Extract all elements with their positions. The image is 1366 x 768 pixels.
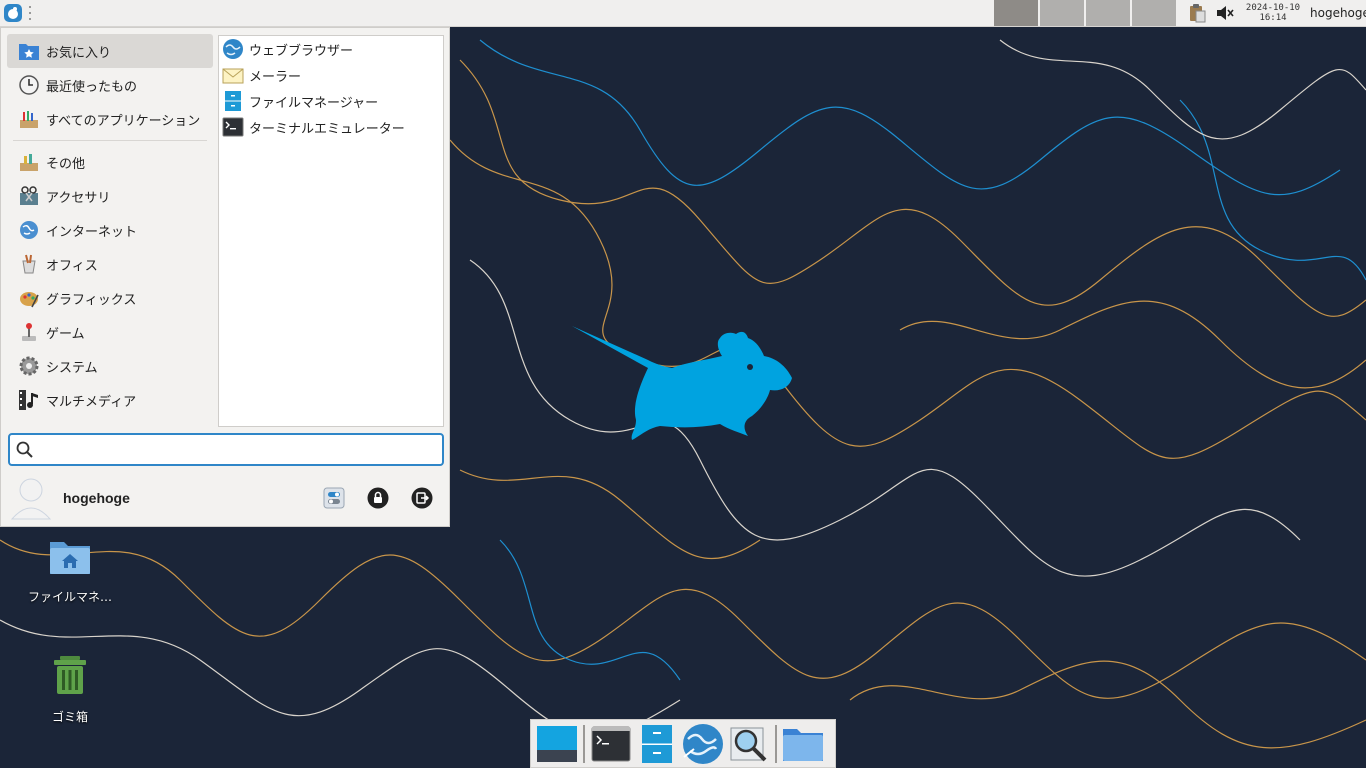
app-label: ターミナルエミュレーター xyxy=(249,121,405,137)
clipboard-icon[interactable] xyxy=(1186,2,1208,24)
app-web-browser[interactable]: ウェブブラウザー xyxy=(219,36,443,62)
gear-icon xyxy=(17,354,41,378)
username: hogehoge xyxy=(63,490,130,506)
category-label: マルチメディア xyxy=(46,394,137,410)
avatar xyxy=(10,478,52,520)
category-other[interactable]: その他 xyxy=(7,145,213,179)
search-input[interactable] xyxy=(40,442,420,457)
volume-muted-icon[interactable] xyxy=(1214,2,1236,24)
category-all-applications[interactable]: すべてのアプリケーション xyxy=(7,102,213,136)
category-label: グラフィックス xyxy=(46,292,137,308)
workspace-4[interactable] xyxy=(1132,0,1176,26)
category-label: アクセサリ xyxy=(46,190,111,206)
search-box[interactable] xyxy=(8,433,444,466)
category-label: お気に入り xyxy=(46,45,112,61)
dock-show-desktop[interactable] xyxy=(534,721,580,767)
whisker-menu: お気に入り 最近使ったもの すべてのアプリケーション その他 アクセサリ インタ… xyxy=(0,27,450,527)
lock-icon xyxy=(367,487,389,509)
mail-icon xyxy=(221,63,245,87)
star-folder-icon xyxy=(17,39,41,63)
settings-button[interactable] xyxy=(322,486,346,510)
globe-icon xyxy=(17,218,41,242)
clock-icon xyxy=(17,73,41,97)
application-list: ウェブブラウザー メーラー ファイルマネージャー ターミナルエミュレーター xyxy=(218,35,444,427)
user-row: hogehoge xyxy=(9,474,439,522)
dock xyxy=(530,719,836,768)
workspace-3[interactable] xyxy=(1086,0,1130,26)
file-manager-icon xyxy=(221,89,245,113)
category-separator xyxy=(13,140,207,141)
category-multimedia[interactable]: マルチメディア xyxy=(7,383,213,417)
dock-file-manager[interactable] xyxy=(634,721,680,767)
app-mail[interactable]: メーラー xyxy=(219,62,443,88)
category-graphics[interactable]: グラフィックス xyxy=(7,281,213,315)
clock-time: 16:14 xyxy=(1259,13,1287,23)
category-label: その他 xyxy=(46,156,86,172)
logout-button[interactable] xyxy=(410,486,434,510)
category-label: 最近使ったもの xyxy=(46,79,138,95)
home-folder-icon xyxy=(50,542,90,574)
dock-terminal[interactable] xyxy=(588,721,634,767)
desktop-icon-trash[interactable]: ゴミ箱 xyxy=(22,652,118,725)
dock-separator xyxy=(775,724,777,763)
category-office[interactable]: オフィス xyxy=(7,247,213,281)
category-internet[interactable]: インターネット xyxy=(7,213,213,247)
system-tray: 2024-10-10 16:14 hogehoge xyxy=(1186,0,1366,26)
category-label: システム xyxy=(46,360,98,376)
category-list: お気に入り 最近使ったもの すべてのアプリケーション その他 アクセサリ インタ… xyxy=(7,34,213,417)
desktop-icon-file-manager[interactable]: ファイルマネ… xyxy=(22,532,118,605)
workspace-2[interactable] xyxy=(1040,0,1084,26)
web-browser-icon xyxy=(221,37,245,61)
app-label: ファイルマネージャー xyxy=(249,95,379,111)
terminal-icon xyxy=(591,726,631,761)
joystick-icon xyxy=(17,320,41,344)
search-icon xyxy=(16,441,33,458)
category-games[interactable]: ゲーム xyxy=(7,315,213,349)
app-finder-icon xyxy=(730,727,767,761)
category-label: ゲーム xyxy=(46,326,85,342)
app-label: ウェブブラウザー xyxy=(249,43,354,59)
dock-web-browser[interactable] xyxy=(680,721,726,767)
dock-app-finder[interactable] xyxy=(726,721,772,767)
xfce-mouse-icon xyxy=(4,4,22,22)
dock-separator xyxy=(583,724,585,763)
category-label: オフィス xyxy=(46,258,98,274)
office-icon xyxy=(17,252,41,276)
category-system[interactable]: システム xyxy=(7,349,213,383)
desktop-icon-label: ゴミ箱 xyxy=(51,710,88,724)
logout-icon xyxy=(411,487,433,509)
category-label: すべてのアプリケーション xyxy=(46,113,201,129)
applications-icon xyxy=(17,107,41,131)
clock-date: 2024-10-10 xyxy=(1245,3,1301,13)
web-browser-icon xyxy=(683,723,723,764)
workspace-switcher xyxy=(994,0,1178,26)
folder-icon xyxy=(783,728,823,761)
other-icon xyxy=(17,150,41,174)
app-terminal[interactable]: ターミナルエミュレーター xyxy=(219,114,443,140)
panel-handle[interactable] xyxy=(27,6,33,20)
top-panel: 2024-10-10 16:14 hogehoge xyxy=(0,0,1366,27)
dock-folder[interactable] xyxy=(780,721,826,767)
settings-toggle-icon xyxy=(323,487,345,509)
lock-screen-button[interactable] xyxy=(366,486,390,510)
accessories-icon xyxy=(17,184,41,208)
workspace-1[interactable] xyxy=(994,0,1038,26)
film-music-icon xyxy=(17,388,41,412)
trash-icon xyxy=(54,656,86,694)
desktop-icon-label: ファイルマネ… xyxy=(27,590,112,604)
category-favorites[interactable]: お気に入り xyxy=(7,34,213,68)
panel-username[interactable]: hogehoge xyxy=(1310,6,1366,20)
category-label: インターネット xyxy=(46,224,138,240)
whisker-menu-button[interactable] xyxy=(0,0,26,26)
graphics-icon xyxy=(17,286,41,310)
category-accessories[interactable]: アクセサリ xyxy=(7,179,213,213)
app-label: メーラー xyxy=(249,69,302,85)
terminal-icon xyxy=(221,115,245,139)
clock[interactable]: 2024-10-10 16:14 xyxy=(1244,3,1302,23)
category-recent[interactable]: 最近使ったもの xyxy=(7,68,213,102)
show-desktop-icon xyxy=(537,725,577,762)
file-manager-icon xyxy=(642,724,672,763)
app-file-manager[interactable]: ファイルマネージャー xyxy=(219,88,443,114)
